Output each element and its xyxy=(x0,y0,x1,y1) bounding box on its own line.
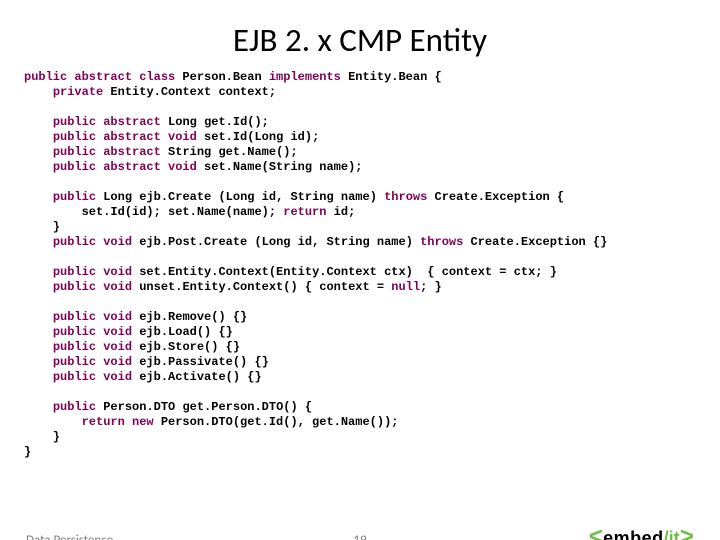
slide: EJB 2. x CMP Entity public abstract clas… xyxy=(0,20,720,540)
logo-accent: /it xyxy=(664,528,680,540)
code-block: public abstract class Person.Bean implem… xyxy=(0,70,720,460)
logo-open-bracket: < xyxy=(589,525,603,540)
footer-left: Data Persistence xyxy=(26,533,113,540)
slide-title: EJB 2. x CMP Entity xyxy=(0,20,720,60)
footer: Data Persistence 19 <embed/it> xyxy=(0,520,720,540)
page-number: 19 xyxy=(353,533,366,540)
logo-close-bracket: > xyxy=(680,525,694,540)
logo-brand: embed xyxy=(603,528,664,540)
logo: <embed/it> xyxy=(589,525,694,540)
